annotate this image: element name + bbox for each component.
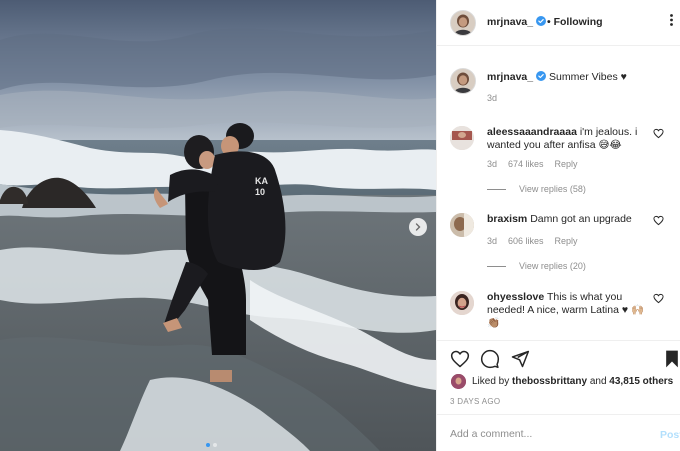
bookmark-icon[interactable] [663,349,680,369]
comment-meta: 3d 674 likes Reply [487,159,578,169]
avatar-image [450,126,474,150]
comment-username[interactable]: ohyesslove [487,291,544,303]
comment-meta: 3d 606 likes Reply [487,236,578,246]
comment-timestamp[interactable]: 3d [487,159,497,169]
more-horizontal-icon [670,14,673,26]
commenter-avatar[interactable] [450,126,474,150]
comments-list[interactable]: mrjnava_ Summer Vibes ♥ 3d aleessaaandra… [437,47,680,339]
comment-text: braxism Damn got an upgrade [487,213,652,226]
replies-divider [487,265,506,267]
carousel-dot-active [206,443,210,447]
avatar-image [451,374,466,389]
svg-text:KA: KA [255,176,268,186]
caption-author-avatar[interactable] [450,68,476,94]
share-icon[interactable] [510,349,530,369]
view-replies-button[interactable]: View replies (58) [487,184,586,194]
liker-username[interactable]: thebossbrittany [512,376,587,387]
comment-username[interactable]: braxism [487,213,527,225]
add-comment-bar: Post [437,414,680,451]
following-status[interactable]: • Following [547,16,603,28]
liker-avatar[interactable] [451,374,466,389]
comment-likes[interactable]: 674 likes [508,159,544,169]
svg-text:10: 10 [255,187,265,197]
likes-connector: and [589,376,607,387]
likes-summary: Liked by thebossbrittany and 43,815 othe… [451,374,673,389]
post-action-bar [437,340,680,375]
like-comment-heart-icon[interactable] [653,128,664,139]
post-comment-button[interactable]: Post [660,429,680,441]
post-header: mrjnava_ • Following [437,0,680,46]
view-replies-label[interactable]: View replies (58) [519,184,586,194]
comment-text: aleessaaandraaaa i'm jealous. i wanted y… [487,126,652,152]
avatar-image [450,213,474,237]
replies-divider [487,188,506,190]
likes-prefix: Liked by [472,376,510,387]
carousel-next-button[interactable] [409,218,427,236]
commenter-avatar[interactable] [450,291,474,315]
comment-username[interactable]: aleessaaandraaaa [487,126,577,138]
caption-username[interactable]: mrjnava_ [487,71,533,83]
post-photo[interactable]: KA 10 [0,0,436,451]
author-username-text[interactable]: mrjnava_ [487,16,533,28]
following-button[interactable]: Following [554,16,603,28]
view-replies-button[interactable]: View replies (20) [487,261,586,271]
post-side-panel: mrjnava_ • Following mrjnava_ Summer Vib… [436,0,680,451]
beach-photo: KA 10 [0,0,436,451]
comment-body: Damn got an upgrade [530,213,632,225]
commenter-avatar[interactable] [450,213,474,237]
add-comment-input[interactable] [450,423,640,445]
verified-badge-icon [536,71,547,81]
comment-timestamp[interactable]: 3d [487,236,497,246]
more-options-button[interactable] [670,14,673,29]
like-comment-heart-icon[interactable] [653,215,664,226]
caption-timestamp[interactable]: 3d [487,93,547,103]
avatar-image [450,291,474,315]
view-replies-label[interactable]: View replies (20) [519,261,586,271]
reply-button[interactable]: Reply [555,159,578,169]
avatar-image [451,69,475,93]
like-comment-heart-icon[interactable] [653,293,664,304]
post-date[interactable]: 3 DAYS AGO [450,397,500,406]
likes-others-count[interactable]: 43,815 others [609,376,673,387]
avatar-image [451,11,475,35]
chevron-right-icon [415,223,421,231]
comment-text: ohyesslove This is what you needed! A ni… [487,291,652,330]
verified-badge-icon [536,16,547,26]
heart-icon[interactable] [450,349,470,369]
caption-text: mrjnava_ Summer Vibes ♥ [487,71,677,84]
comment-icon[interactable] [480,349,500,369]
reply-button[interactable]: Reply [555,236,578,246]
caption-body: Summer Vibes ♥ [549,71,627,83]
carousel-dot [213,443,217,447]
author-username[interactable]: mrjnava_ [487,16,547,28]
comment-likes[interactable]: 606 likes [508,236,544,246]
author-avatar[interactable] [450,10,476,36]
carousel-indicator [206,443,217,447]
separator-dot: • [547,16,551,28]
